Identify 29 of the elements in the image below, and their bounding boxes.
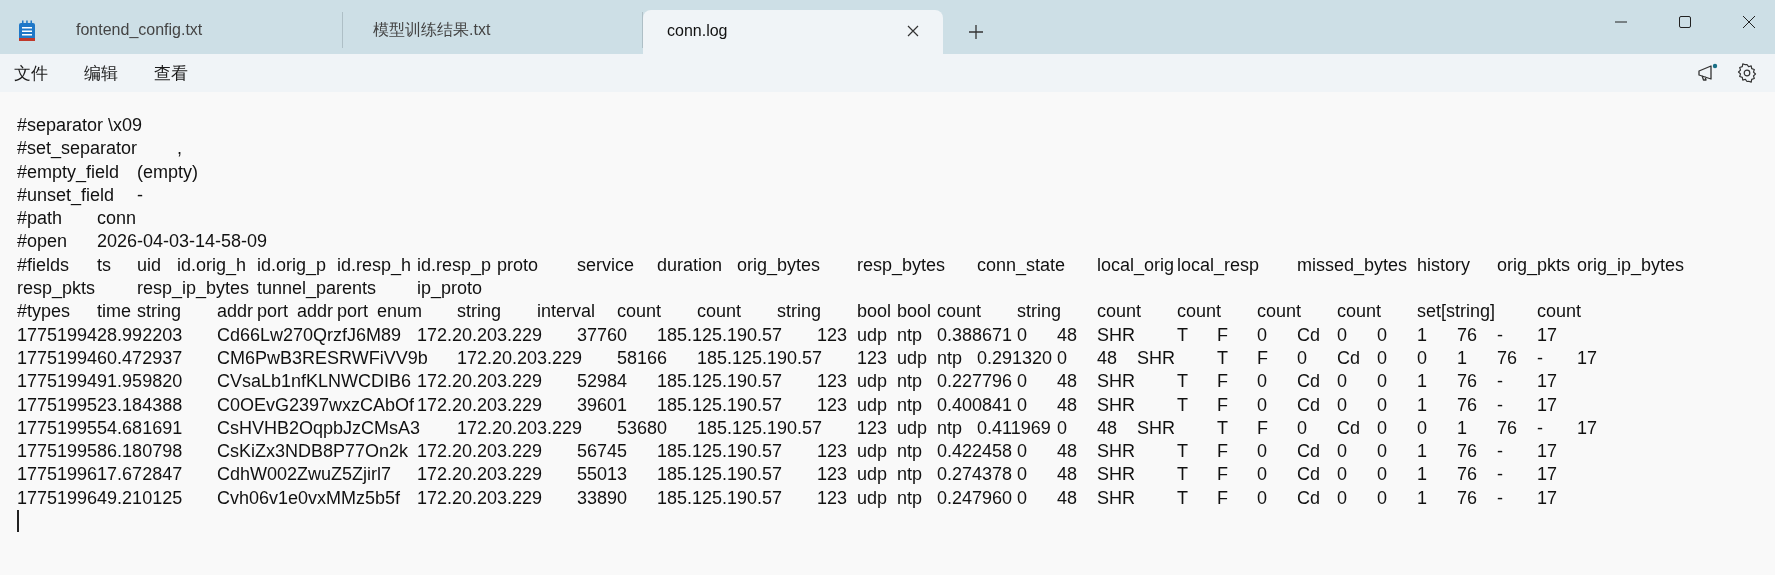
menu-item[interactable]: 查看 (154, 59, 188, 87)
text-cursor (17, 510, 19, 533)
new-tab-icon[interactable] (969, 25, 983, 39)
megaphone-icon[interactable] (1697, 63, 1719, 83)
log-line: #fields ts uid id.orig_h id.orig_p id.resp_h id.resp_p proto service duration orig_bytes resp_bytes conn_state local_orig local_resp missed_bytes history orig_pkts orig_ip_bytes resp_pkts resp_ip_bytes tunnel_parents ip_proto (17, 253, 1686, 301)
log-line: #path conn (17, 207, 138, 231)
log-line: 1775199649.210125 Cvh06v1e0vxMMz5b5f 172.20.203.229 33890 185.125.190.57 123 udp ntp 0.247960 0 48 SHR T F 0 Cd 0 0 1 76 - 17 (17, 486, 1559, 510)
log-line: #separator \x09 (17, 114, 144, 137)
log-line: 1775199523.184388 C0OEvG2397wxzCAbOf 172.20.203.229 39601 185.125.190.57 123 udp ntp 0.400841 0 48 SHR T F 0 Cd 0 0 1 76 - 17 (17, 393, 1559, 417)
log-line: #empty_field (empty) (17, 160, 199, 184)
menu-item[interactable]: 编辑 (84, 59, 118, 87)
close-icon[interactable] (1743, 16, 1755, 28)
log-line: 1775199586.180798 CsKiZx3NDB8P77On2k 172.20.203.229 56745 185.125.190.57 123 udp ntp 0.422458 0 48 SHR T F 0 Cd 0 0 1 76 - 17 (17, 440, 1559, 464)
log-line: 1775199617.672847 CdhW002ZwuZ5Zjirl7 172.20.203.229 55013 185.125.190.57 123 udp ntp 0.274378 0 48 SHR T F 0 Cd 0 0 1 76 - 17 (17, 463, 1559, 487)
log-line: 1775199554.681691 CsHVHB2OqpbJzCMsA3 172.20.203.229 53680 185.125.190.57 123 udp ntp 0.411969 0 48 SHR T F 0 Cd 0 0 1 76 - 17 (17, 416, 1599, 440)
file-tab[interactable]: conn.log (643, 10, 943, 54)
close-tab-icon[interactable] (907, 25, 919, 37)
file-tab[interactable]: fontend_config.txt (46, 12, 343, 48)
settings-icon[interactable] (1737, 63, 1757, 83)
log-line: 1775199460.472937 CM6PwB3RESRWFiVV9b 172.20.203.229 58166 185.125.190.57 123 udp ntp 0.291320 0 48 SHR T F 0 Cd 0 0 1 76 - 17 (17, 346, 1599, 370)
log-line: #set_separator , (17, 137, 183, 161)
notepad-icon (18, 20, 36, 42)
log-line: 1775199428.992203 Cd66Lw270QrzfJ6M89 172.20.203.229 37760 185.125.190.57 123 udp ntp 0.388671 0 48 SHR T F 0 Cd 0 0 1 76 - 17 (17, 323, 1559, 347)
log-line: #open 2026-04-03-14-58-09 (17, 230, 269, 254)
log-line: #types time string addr port addr port enum string interval count count string bool bool count string count count count count set[string] count (17, 300, 1583, 324)
log-line: #unset_field - (17, 183, 144, 208)
menu-item[interactable]: 文件 (14, 59, 48, 87)
maximize-icon[interactable] (1679, 16, 1691, 28)
log-line: 1775199491.959820 CVsaLb1nfKLNWCDIB6 172.20.203.229 52984 185.125.190.57 123 udp ntp 0.227796 0 48 SHR T F 0 Cd 0 0 1 76 - 17 (17, 370, 1559, 394)
